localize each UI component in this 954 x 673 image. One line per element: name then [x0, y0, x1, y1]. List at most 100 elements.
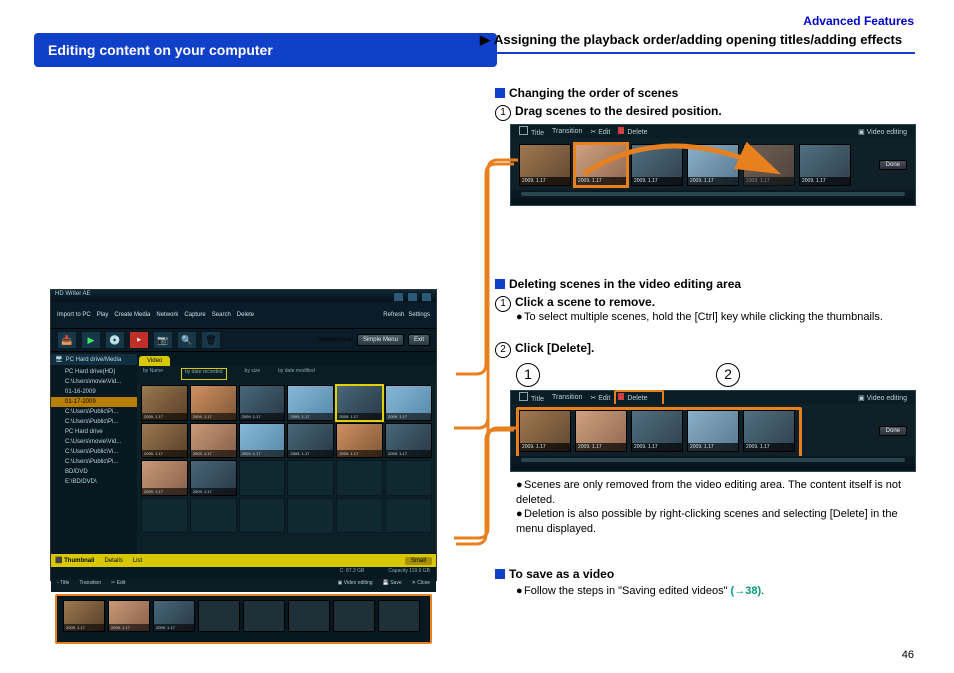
window-minimize-icon[interactable]	[393, 292, 404, 302]
strip-thumbnail[interactable]: 2009. 1.17	[63, 600, 105, 632]
scene-thumbnail[interactable]: 2009. 1.17	[575, 410, 627, 452]
toolbar-play[interactable]: Play	[97, 312, 109, 318]
sidebar-item[interactable]: C:\Users\Public\Pi...	[51, 417, 137, 427]
trash-icon[interactable]: 🗑	[201, 331, 221, 349]
page-link-38[interactable]: (→38)	[731, 585, 762, 597]
grid-thumbnail[interactable]: 2009. 1.17	[385, 423, 432, 459]
delete-button[interactable]: Delete	[618, 127, 647, 136]
transition-button[interactable]: Transition	[552, 128, 582, 135]
sidebar-item[interactable]: C:\Users\movie\Vid...	[51, 437, 137, 447]
grid-empty-slot	[239, 460, 286, 496]
toolbar-delete[interactable]: Delete	[237, 312, 254, 318]
video-editing-strip-reorder: Title Transition ✂ Edit Delete ▣ Video e…	[510, 124, 916, 206]
title-button[interactable]: Title	[519, 392, 544, 403]
scene-thumbnail[interactable]: 2009. 1.17	[519, 410, 571, 452]
app-tabs: Video	[137, 352, 436, 366]
youtube-icon[interactable]: ▶	[129, 331, 149, 349]
transition-button[interactable]: Transition	[552, 394, 582, 401]
sidebar-item[interactable]: C:\Users\movie\Vid...	[51, 377, 137, 387]
strip-thumbnail[interactable]: 2009. 1.17	[153, 600, 195, 632]
strip-scrollbar[interactable]	[511, 456, 915, 464]
grid-thumbnail[interactable]: 2009. 1.17	[190, 423, 237, 459]
view-details[interactable]: Details	[104, 558, 122, 564]
scene-thumbnail[interactable]: 2009. 1.17	[799, 144, 851, 186]
done-button[interactable]: Done	[879, 426, 907, 436]
window-maximize-icon[interactable]	[407, 292, 418, 302]
edit-transition[interactable]: Transition	[79, 580, 101, 591]
grid-thumbnail[interactable]: 2009. 1.17	[287, 385, 334, 421]
sidebar-item[interactable]: E:\BD/DVD\	[51, 477, 137, 487]
search-icon[interactable]: 🔍	[177, 331, 197, 349]
sort-recorded-selected[interactable]: by date recorded	[181, 368, 227, 380]
delete-button-highlighted[interactable]: Delete	[618, 393, 647, 402]
view-thumbnail[interactable]: Thumbnail	[64, 558, 94, 564]
sidebar-item[interactable]: C:\Users\Public\Pi...	[51, 457, 137, 467]
sidebar-item[interactable]: 01-16-2009	[51, 387, 137, 397]
edit-save[interactable]: 💾 Save	[383, 580, 402, 591]
edit-title[interactable]: ▫ Title	[57, 580, 69, 591]
sort-name[interactable]: by Name	[143, 368, 163, 380]
scene-thumbnail[interactable]: 2009. 1.17	[743, 410, 795, 452]
sidebar-item[interactable]: C:\Users\Public\Pi...	[51, 407, 137, 417]
exit-button[interactable]: Exit	[408, 334, 430, 346]
grid-thumbnail[interactable]: 2009. 1.17	[239, 423, 286, 459]
scene-thumbnail[interactable]: 2009. 1.17	[631, 410, 683, 452]
scene-thumbnail-selected[interactable]: 2009. 1.17	[575, 144, 627, 186]
grid-empty-slot	[287, 498, 334, 534]
sidebar-item[interactable]: C:\Users\Public\Vi...	[51, 447, 137, 457]
sidebar-item[interactable]: PC Hard drive(HD)	[51, 367, 137, 377]
sidebar-item[interactable]: BD/DVD	[51, 467, 137, 477]
strip-scrollbar[interactable]	[511, 190, 915, 198]
grid-thumbnail[interactable]: 2009. 1.17	[190, 460, 237, 496]
grid-thumbnail[interactable]: 2009. 1.17	[287, 423, 334, 459]
sort-modified[interactable]: by date modified	[278, 368, 315, 380]
edit-edit[interactable]: ✂ Edit	[111, 580, 125, 591]
app-title: HD Writer AE	[55, 291, 91, 297]
disc-icon[interactable]: 💿	[105, 331, 125, 349]
toolbar-create[interactable]: Create Media	[114, 312, 150, 318]
import-icon[interactable]: 📥	[57, 331, 77, 349]
sidebar-item-selected[interactable]: 01-17-2009	[51, 397, 137, 407]
view-list[interactable]: List	[133, 558, 142, 564]
grid-empty-slot	[239, 498, 286, 534]
scene-thumbnail[interactable]: 2009. 1.17	[631, 144, 683, 186]
info-bar: C: 87.3 GB Capacity 119.0 GB	[51, 567, 436, 579]
scene-thumbnail[interactable]: 2009. 1.17	[687, 144, 739, 186]
edit-button[interactable]: ✂ Edit	[590, 128, 610, 136]
title-button[interactable]: Title	[519, 126, 544, 137]
advanced-features-link[interactable]: Advanced Features	[803, 14, 914, 28]
strip-empty	[243, 600, 285, 632]
view-small[interactable]: Small	[405, 557, 432, 565]
simple-menu-button[interactable]: Simple Menu	[357, 334, 404, 346]
tab-video[interactable]: Video	[139, 356, 170, 366]
edit-close[interactable]: ✕ Close	[412, 580, 430, 591]
camera-icon[interactable]: 📷	[153, 331, 173, 349]
grid-thumbnail-highlighted[interactable]: 2009. 1.17	[336, 385, 383, 421]
grid-thumbnail[interactable]: 2009. 1.17	[141, 423, 188, 459]
play-icon[interactable]: ▶	[81, 331, 101, 349]
done-button[interactable]: Done	[879, 160, 907, 170]
app-iconbar: 📥 ▶ 💿 ▶ 📷 🔍 🗑 Opening movie: Simple Menu…	[51, 329, 436, 352]
strip-thumbnail[interactable]: 2009. 1.17	[108, 600, 150, 632]
grid-thumbnail[interactable]: 2009. 1.17	[141, 460, 188, 496]
grid-thumbnail[interactable]: 2009. 1.17	[336, 423, 383, 459]
toolbar-refresh[interactable]: Refresh	[383, 312, 404, 318]
grid-empty-slot	[190, 498, 237, 534]
sidebar-item[interactable]: PC Hard drive	[51, 427, 137, 437]
edit-button[interactable]: ✂ Edit	[590, 394, 610, 402]
grid-thumbnail[interactable]: 2009. 1.17	[239, 385, 286, 421]
grid-thumbnail[interactable]: 2009. 1.17	[141, 385, 188, 421]
scene-thumbnail-ghost: 2009. 1.17	[743, 144, 795, 186]
sort-size[interactable]: by size	[245, 368, 261, 380]
toolbar-capture[interactable]: Capture	[184, 312, 205, 318]
window-close-icon[interactable]	[421, 292, 432, 302]
scene-thumbnail[interactable]: 2009. 1.17	[519, 144, 571, 186]
grid-thumbnail[interactable]: 2009. 1.17	[385, 385, 432, 421]
toolbar-network[interactable]: Network	[156, 312, 178, 318]
grid-thumbnail[interactable]: 2009. 1.17	[190, 385, 237, 421]
scene-thumbnail[interactable]: 2009. 1.17	[687, 410, 739, 452]
toolbar-search[interactable]: Search	[212, 312, 231, 318]
step-number-2-icon: 2	[495, 342, 511, 358]
toolbar-import[interactable]: Import to PC	[57, 312, 91, 318]
toolbar-settings[interactable]: Settings	[408, 312, 430, 318]
